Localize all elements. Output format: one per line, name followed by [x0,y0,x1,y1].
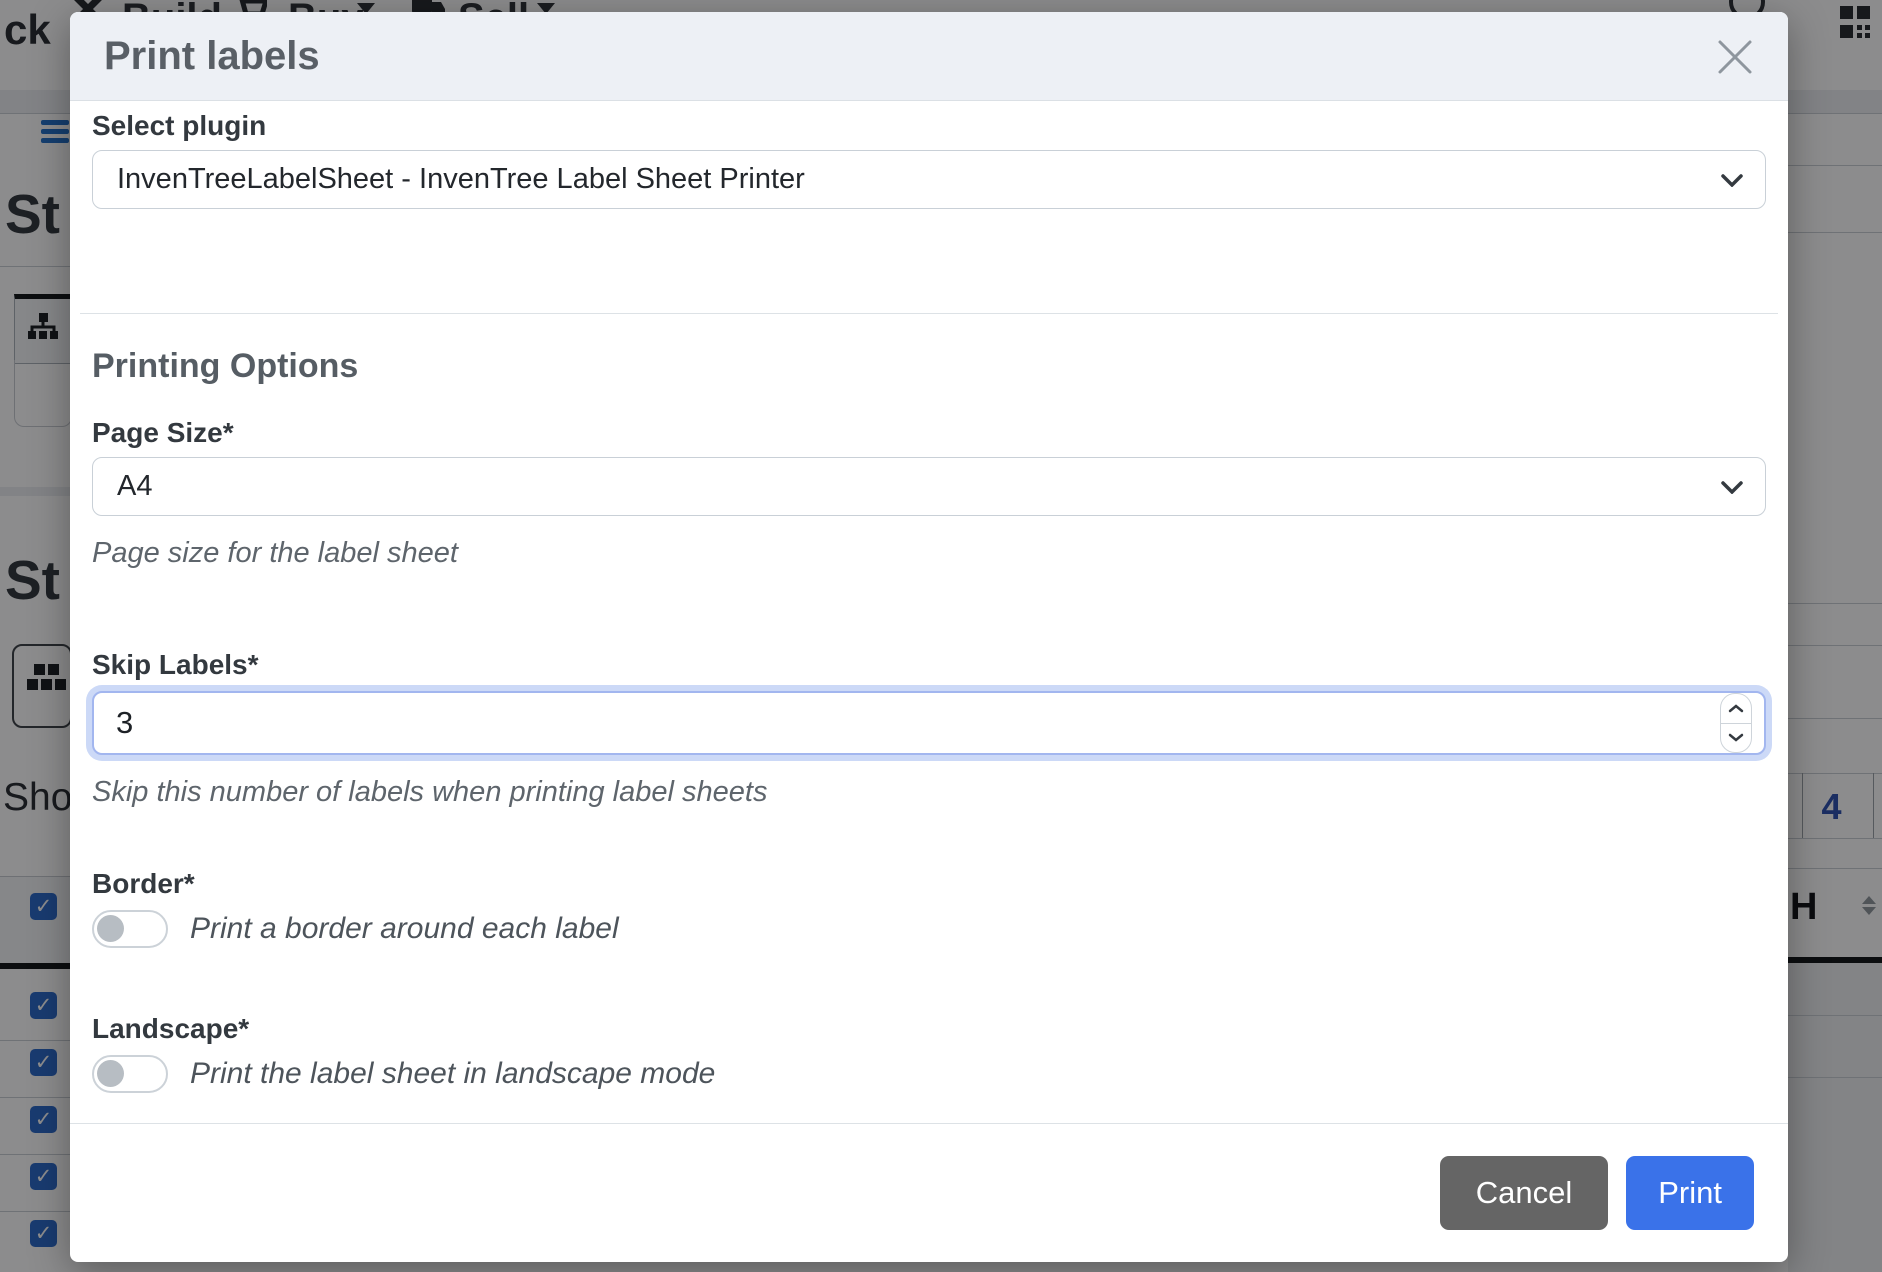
page-size-select[interactable]: A4 [92,457,1766,516]
plugin-select[interactable]: InvenTreeLabelSheet - InvenTree Label Sh… [92,150,1766,209]
page-size-help: Page size for the label sheet [92,536,1766,570]
skip-labels-help: Skip this number of labels when printing… [92,775,1766,809]
skip-labels-input[interactable] [92,691,1766,755]
stepper-down-icon[interactable] [1721,723,1751,753]
close-button[interactable] [1712,34,1758,80]
close-icon [1712,34,1758,80]
border-label: Border* [92,867,1766,900]
printing-options-heading: Printing Options [92,346,1766,386]
plugin-label: Select plugin [92,109,1766,142]
print-button[interactable]: Print [1626,1156,1754,1230]
toggle-knob [97,1060,124,1087]
chevron-down-icon [1721,174,1743,187]
print-labels-modal: Print labels Select plugin InvenTreeLabe… [70,12,1788,1262]
toggle-knob [97,915,124,942]
skip-labels-label: Skip Labels* [92,648,1766,681]
plugin-select-value: InvenTreeLabelSheet - InvenTree Label Sh… [117,163,805,196]
landscape-label: Landscape* [92,1012,1766,1045]
border-toggle[interactable] [92,910,168,948]
cancel-button[interactable]: Cancel [1440,1156,1609,1230]
skip-labels-field [92,691,1766,755]
modal-title: Print labels [104,34,320,79]
landscape-help: Print the label sheet in landscape mode [190,1057,715,1091]
border-row: Print a border around each label [92,910,1766,948]
section-divider [80,313,1778,314]
border-help: Print a border around each label [190,912,619,946]
stepper-up-icon[interactable] [1721,694,1751,723]
landscape-toggle[interactable] [92,1055,168,1093]
modal-footer: Cancel Print [70,1123,1788,1262]
number-stepper [1720,693,1752,753]
page-size-select-value: A4 [117,470,152,503]
chevron-down-icon [1721,481,1743,494]
modal-header: Print labels [70,12,1788,101]
landscape-row: Print the label sheet in landscape mode [92,1055,1766,1093]
modal-body: Select plugin InvenTreeLabelSheet - Inve… [70,101,1788,1123]
page-size-label: Page Size* [92,416,1766,449]
screen: ck Build Buy Sell [0,0,1882,1272]
